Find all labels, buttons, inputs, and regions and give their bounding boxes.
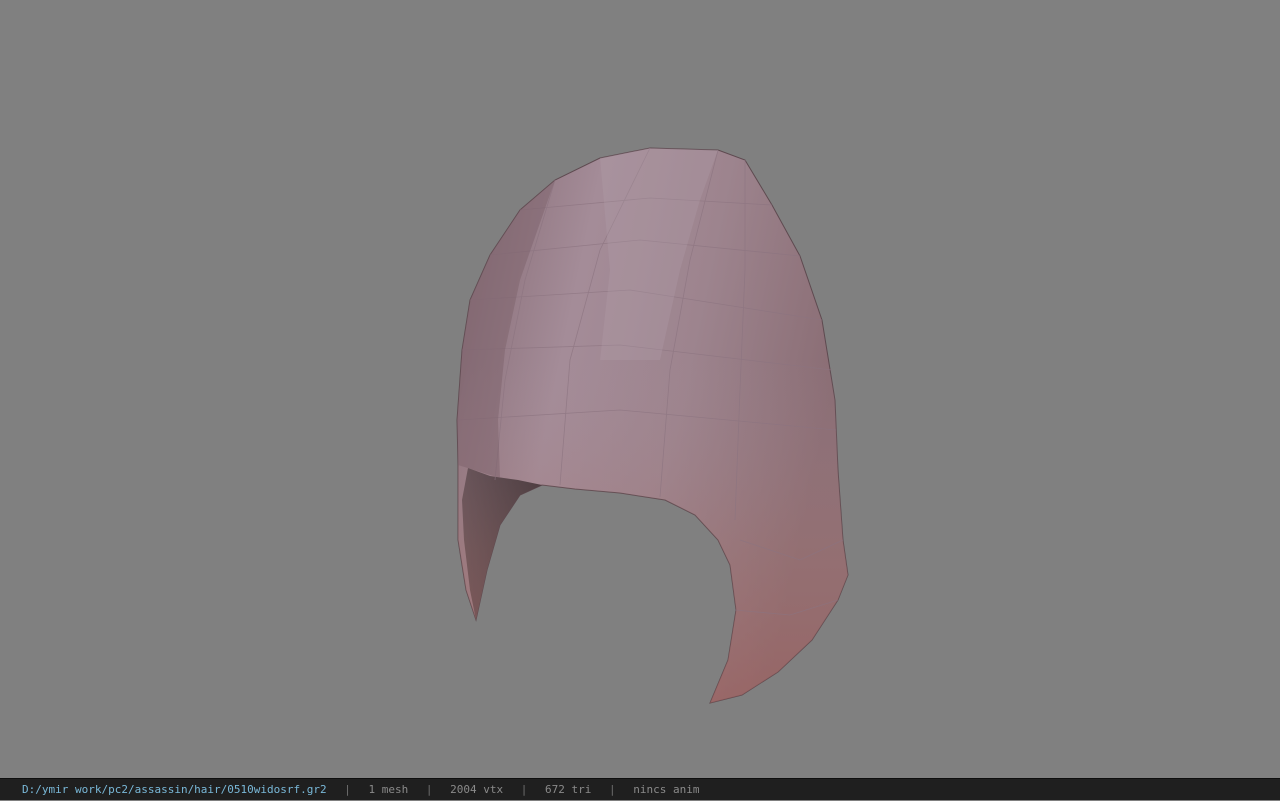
status-separator: |: [425, 783, 433, 796]
triangle-count-label: 672 tri: [545, 783, 592, 796]
animation-status-label: nincs anim: [633, 783, 700, 796]
status-separator: |: [520, 783, 528, 796]
hood-rust-tint: [458, 360, 848, 703]
status-separator: |: [344, 783, 351, 796]
3d-viewport[interactable]: [0, 0, 1280, 778]
model-render: [456, 147, 849, 704]
file-path-label: D:/ymir work/pc2/assassin/hair/0510widos…: [22, 783, 327, 796]
status-separator: |: [608, 783, 616, 796]
mesh-count-label: 1 mesh: [368, 783, 409, 796]
vertex-count-label: 2004 vtx: [450, 783, 504, 796]
status-bar: D:/ymir work/pc2/assassin/hair/0510widos…: [0, 778, 1280, 800]
